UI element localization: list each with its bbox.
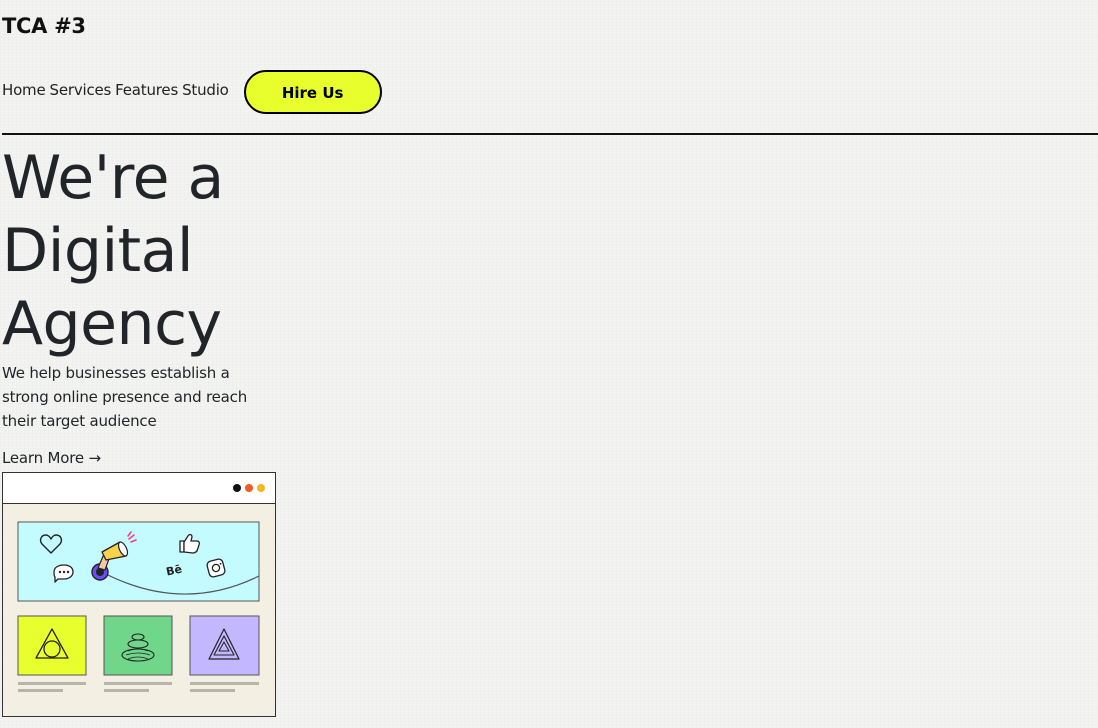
window-dot-orange-icon: [245, 484, 253, 492]
feature-card-2: [103, 615, 173, 676]
hire-us-button[interactable]: Hire Us: [243, 70, 382, 114]
card-3-caption-line-2: [190, 689, 235, 692]
card-3-caption-line: [190, 682, 259, 685]
instagram-icon: [206, 558, 226, 578]
feature-card-3: [189, 615, 260, 676]
card-2-caption-line: [104, 682, 172, 685]
main-nav: Home Services Features Studio Hire Us: [2, 70, 382, 114]
card-2-caption-line-2: [104, 689, 149, 692]
hero-title: We're a Digital Agency: [2, 142, 224, 361]
window-dot-yellow-icon: [257, 484, 265, 492]
hero-description: We help businesses establish a strong on…: [2, 364, 248, 430]
hero-title-line-3: Agency: [2, 289, 222, 359]
header-divider: [2, 133, 1098, 135]
hero-illustration: Bē: [2, 472, 276, 717]
nav-link-home[interactable]: Home: [2, 81, 46, 99]
nav-link-features[interactable]: Features: [115, 81, 178, 99]
card-1-caption-line-2: [18, 689, 63, 692]
brand-logo[interactable]: TCA #3: [2, 14, 86, 38]
hero-title-line-2: Digital: [2, 216, 194, 286]
hero-title-line-1: We're a: [2, 143, 224, 213]
feature-card-1: [17, 615, 87, 676]
nav-link-studio[interactable]: Studio: [182, 81, 229, 99]
learn-more-link[interactable]: Learn More →: [2, 449, 101, 467]
card-1-caption-line: [18, 682, 86, 685]
nav-link-services[interactable]: Services: [50, 81, 112, 99]
nav-links: Home Services Features Studio: [2, 81, 229, 99]
window-dot-black-icon: [233, 484, 241, 492]
